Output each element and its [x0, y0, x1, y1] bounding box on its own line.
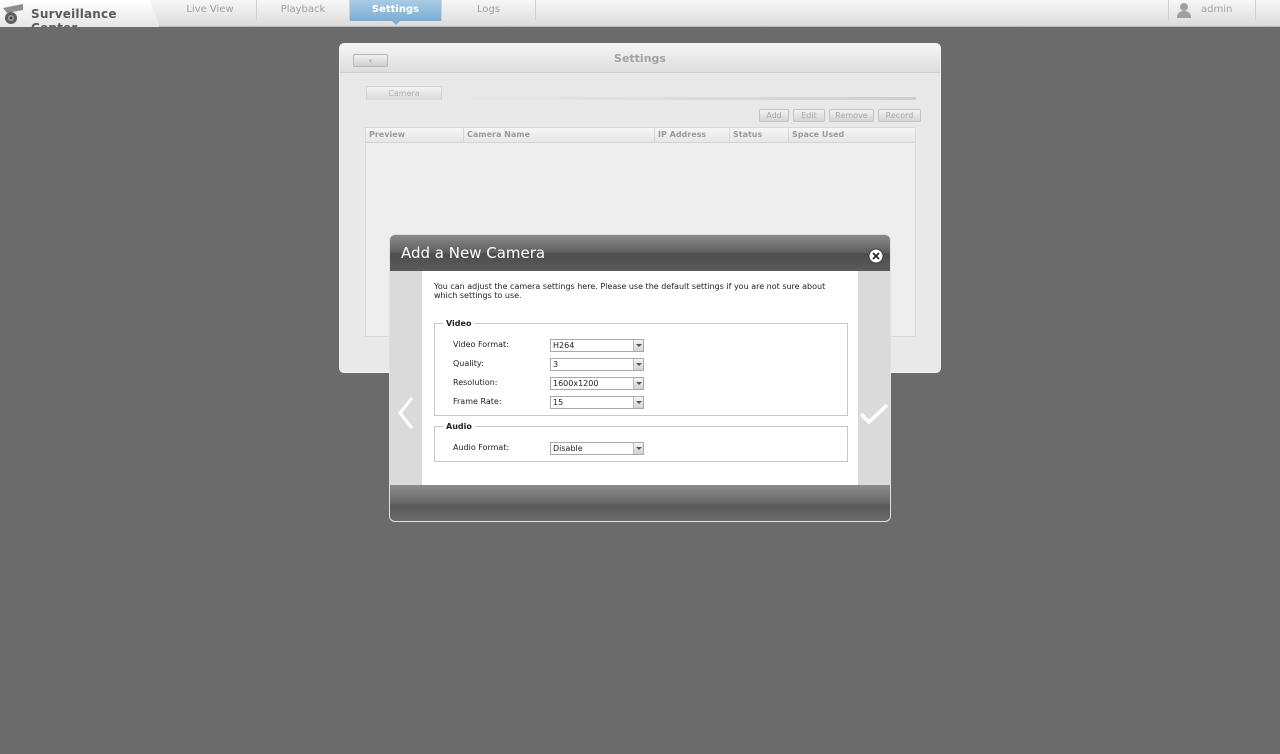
chevron-down-icon[interactable]	[633, 397, 643, 408]
video-format-value: H264	[553, 341, 575, 350]
tab-camera[interactable]: Camera	[366, 86, 442, 100]
chevron-down-icon[interactable]	[633, 378, 643, 389]
tab-divider	[442, 97, 916, 100]
edit-button[interactable]: Edit	[793, 109, 825, 122]
dialog-left-rail	[390, 271, 422, 485]
quality-label: Quality:	[453, 359, 484, 368]
resolution-label: Resolution:	[453, 378, 498, 387]
close-icon[interactable]	[868, 248, 884, 264]
chevron-down-icon[interactable]	[633, 359, 643, 370]
settings-title: Settings	[614, 52, 666, 65]
tab-live-view[interactable]: Live View	[164, 0, 257, 20]
video-format-select[interactable]: H264	[550, 339, 644, 352]
frame-rate-value: 15	[553, 398, 564, 407]
tab-logs[interactable]: Logs	[442, 0, 536, 20]
dialog-title: Add a New Camera	[401, 244, 546, 262]
app-title: Surveillance Center	[31, 7, 117, 35]
video-group: Video Video Format: H264 Quality: 3 Reso…	[434, 319, 848, 416]
audio-format-label: Audio Format:	[453, 443, 510, 452]
resolution-select[interactable]: 1600x1200	[550, 377, 644, 390]
dialog-footer	[390, 485, 890, 521]
audio-legend: Audio	[446, 422, 472, 431]
camera-logo-icon	[3, 4, 23, 24]
quality-select[interactable]: 3	[550, 358, 644, 371]
user-menu[interactable]: admin	[1168, 0, 1256, 20]
dialog-header: Add a New Camera	[390, 235, 890, 271]
column-camera-name[interactable]: Camera Name	[464, 128, 655, 143]
remove-button[interactable]: Remove	[829, 109, 874, 122]
column-preview[interactable]: Preview	[366, 128, 464, 143]
audio-format-select[interactable]: Disable	[550, 442, 644, 455]
column-status[interactable]: Status	[730, 128, 789, 143]
chevron-down-icon[interactable]	[633, 340, 643, 351]
user-name: admin	[1201, 4, 1233, 15]
add-button[interactable]: Add	[759, 109, 789, 122]
brand: Surveillance Center	[0, 0, 160, 27]
add-camera-dialog: Add a New Camera You can adjust the came…	[389, 234, 891, 522]
video-format-label: Video Format:	[453, 340, 509, 349]
chevron-left-icon[interactable]	[396, 396, 416, 430]
audio-format-value: Disable	[553, 444, 583, 453]
frame-rate-select[interactable]: 15	[550, 396, 644, 409]
tab-playback[interactable]: Playback	[257, 0, 350, 20]
resolution-value: 1600x1200	[553, 379, 599, 388]
table-header: Preview Camera Name IP Address Status Sp…	[366, 128, 915, 143]
dialog-right-rail	[858, 271, 890, 485]
audio-group: Audio Audio Format: Disable	[434, 422, 848, 462]
video-legend: Video	[446, 319, 472, 328]
column-ip-address[interactable]: IP Address	[655, 128, 730, 143]
record-button[interactable]: Record	[878, 109, 921, 122]
quality-value: 3	[553, 360, 559, 369]
tab-settings[interactable]: Settings	[350, 0, 442, 25]
dialog-intro-text: You can adjust the camera settings here.…	[434, 282, 826, 300]
user-icon	[1177, 3, 1191, 18]
chevron-down-icon[interactable]	[633, 443, 643, 454]
dialog-body: You can adjust the camera settings here.…	[422, 271, 859, 485]
top-bar: Surveillance Center Live View Playback S…	[0, 0, 1280, 27]
frame-rate-label: Frame Rate:	[453, 397, 502, 406]
column-space-used[interactable]: Space Used	[789, 128, 916, 143]
checkmark-icon[interactable]	[859, 403, 889, 425]
settings-header: ‹ Settings	[340, 44, 940, 73]
